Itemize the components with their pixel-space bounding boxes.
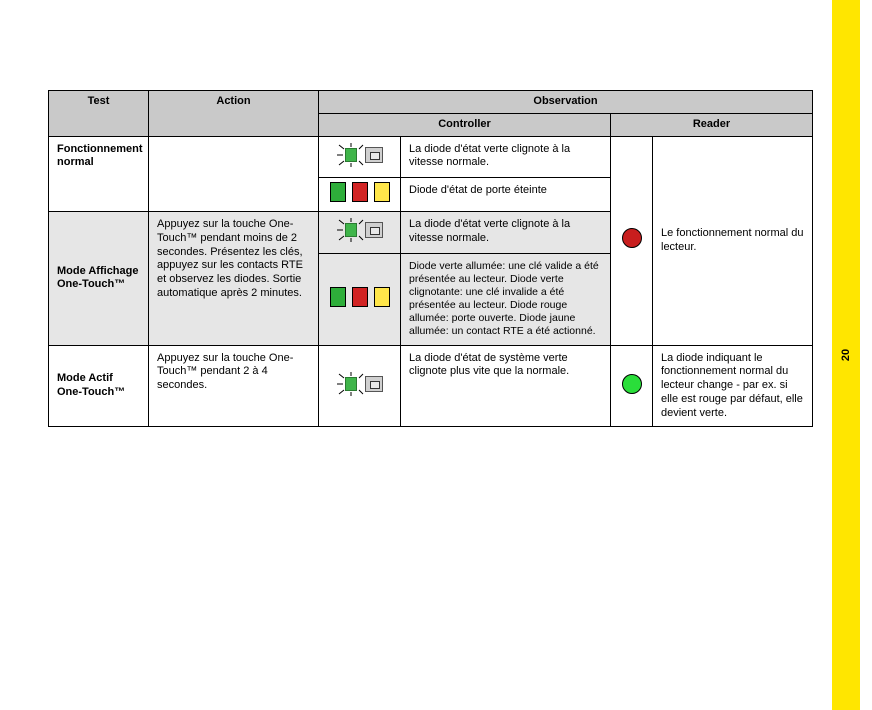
cell-ctrl-affichage-2: Diode verte allumée: une clé valide a ét… [401,253,611,345]
row-actif: Mode Actif One-Touch™ Appuyez sur la tou… [49,345,813,427]
icon-three-led-2 [319,253,401,345]
icon-blink-1 [319,136,401,178]
cell-action-actif: Appuyez sur la touche One-Touch™ pendant… [149,345,319,427]
th-observation: Observation [319,91,813,114]
cell-test-normal: Fonctionnement normal [49,136,149,212]
cell-reader-normal: Le fonctionnement normal du lecteur. [653,136,813,345]
header-row-1: Test Action Observation [49,91,813,114]
cell-test-actif: Mode Actif One-Touch™ [49,345,149,427]
icon-blink-3 [319,345,401,427]
th-reader: Reader [611,113,813,136]
cell-ctrl-normal-1: La diode d'état verte clignote à la vite… [401,136,611,178]
observation-table: Test Action Observation Controller Reade… [48,90,813,427]
cell-ctrl-affichage-1: La diode d'état verte clignote à la vite… [401,212,611,254]
cell-action-affichage: Appuyez sur la touche One-Touch™ pendant… [149,212,319,346]
page-content: Test Action Observation Controller Reade… [0,0,872,710]
icon-blink-2 [319,212,401,254]
th-action: Action [149,91,319,137]
red-circle-icon [622,228,642,248]
blink-led-icon [331,216,389,244]
cell-ctrl-normal-2: Diode d'état de porte éteinte [401,178,611,212]
icon-three-led-1 [319,178,401,212]
three-led-icon [330,287,390,307]
reader-icon-green [611,345,653,427]
green-circle-icon [622,374,642,394]
reader-icon-red [611,136,653,345]
blink-led-icon [331,141,389,169]
blink-led-icon [331,370,389,398]
row-normal-1: Fonctionnement normal La diode d'état ve… [49,136,813,178]
cell-action-normal [149,136,319,212]
cell-reader-actif: La diode indiquant le fonctionnement nor… [653,345,813,427]
th-test: Test [49,91,149,137]
cell-ctrl-actif: La diode d'état de système verte clignot… [401,345,611,427]
th-controller: Controller [319,113,611,136]
three-led-icon [330,182,390,202]
cell-test-affichage: Mode Affichage One-Touch™ [49,212,149,346]
